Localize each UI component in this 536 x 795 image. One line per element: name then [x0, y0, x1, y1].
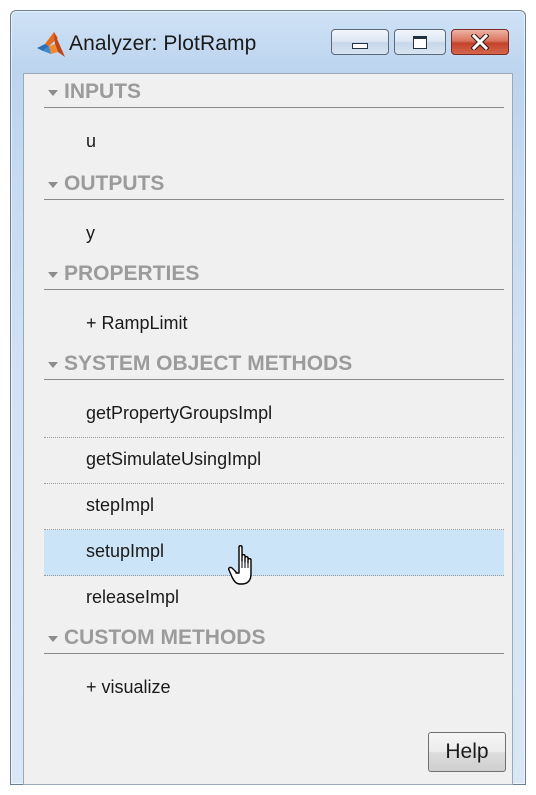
matlab-logo-icon — [37, 32, 65, 57]
maximize-button[interactable] — [394, 29, 446, 55]
section-outputs[interactable]: OUTPUTS — [44, 172, 504, 200]
section-label: PROPERTIES — [64, 262, 200, 285]
triangle-down-icon — [48, 272, 58, 278]
section-label: CUSTOM METHODS — [64, 626, 266, 649]
list-item-output[interactable]: y — [44, 212, 504, 258]
list-item-input[interactable]: u — [44, 120, 504, 166]
section-properties[interactable]: PROPERTIES — [44, 262, 504, 290]
item-label: + visualize — [86, 677, 171, 697]
list-item-method[interactable]: getPropertyGroupsImpl — [44, 392, 504, 438]
item-label: u — [86, 131, 97, 151]
triangle-down-icon — [48, 362, 58, 368]
section-label: OUTPUTS — [64, 172, 165, 195]
list-item-method-selected[interactable]: setupImpl — [44, 530, 504, 576]
item-label: stepImpl — [86, 495, 155, 515]
minimize-icon — [352, 43, 368, 49]
item-label: releaseImpl — [86, 587, 180, 607]
triangle-down-icon — [48, 90, 58, 96]
section-custom-methods[interactable]: CUSTOM METHODS — [44, 626, 504, 654]
analyzer-panel: INPUTS u OUTPUTS y PROPERTIES + RampLimi… — [23, 73, 513, 785]
help-button[interactable]: Help — [428, 732, 506, 772]
list-item-custom-method[interactable]: + visualize — [44, 666, 504, 712]
section-inputs[interactable]: INPUTS — [44, 80, 504, 108]
section-system-object-methods[interactable]: SYSTEM OBJECT METHODS — [44, 352, 504, 380]
maximize-icon — [413, 35, 427, 49]
triangle-down-icon — [48, 182, 58, 188]
window-title: Analyzer: PlotRamp — [69, 32, 257, 55]
close-button[interactable] — [451, 29, 509, 55]
triangle-down-icon — [48, 636, 58, 642]
section-label: INPUTS — [64, 80, 142, 103]
item-label: getPropertyGroupsImpl — [86, 403, 273, 423]
hand-pointer-icon — [228, 545, 252, 585]
section-label: SYSTEM OBJECT METHODS — [64, 352, 353, 375]
item-label: + RampLimit — [86, 313, 188, 333]
list-item-method[interactable]: getSimulateUsingImpl — [44, 438, 504, 484]
item-label: setupImpl — [86, 541, 165, 561]
list-item-property[interactable]: + RampLimit — [44, 302, 504, 348]
analyzer-window: Analyzer: PlotRamp INPUTS u OUTPUTS y PR… — [10, 10, 526, 785]
minimize-button[interactable] — [331, 29, 389, 55]
item-label: y — [86, 223, 95, 243]
list-item-method[interactable]: stepImpl — [44, 484, 504, 530]
item-label: getSimulateUsingImpl — [86, 449, 262, 469]
title-bar[interactable]: Analyzer: PlotRamp — [11, 11, 525, 73]
close-icon — [471, 34, 489, 50]
list-item-method[interactable]: releaseImpl — [44, 576, 504, 622]
